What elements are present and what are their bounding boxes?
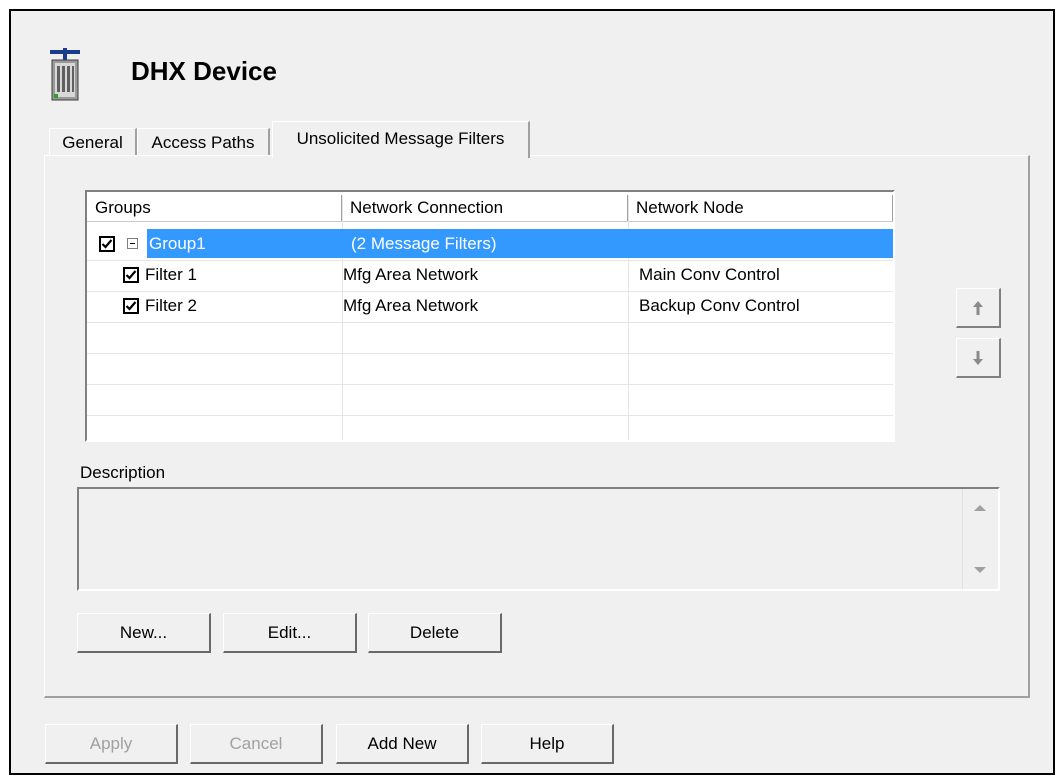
arrow-up-icon xyxy=(973,301,983,315)
column-network-connection[interactable]: Network Connection xyxy=(342,195,628,221)
tab-access-paths[interactable]: Access Paths xyxy=(137,128,270,157)
filters-list[interactable]: Groups Network Connection Network Node G… xyxy=(85,190,895,442)
new-button[interactable]: New... xyxy=(77,613,211,653)
tab-unsolicited-message-filters[interactable]: Unsolicited Message Filters xyxy=(272,121,530,158)
arrow-down-icon xyxy=(973,351,983,365)
list-row-empty xyxy=(87,353,893,385)
apply-button[interactable]: Apply xyxy=(45,724,178,764)
filter2-checkbox[interactable] xyxy=(123,298,139,314)
row-name: Filter 2 xyxy=(145,296,197,315)
help-button[interactable]: Help xyxy=(481,724,614,764)
list-row-empty xyxy=(87,322,893,354)
column-network-node[interactable]: Network Node xyxy=(628,195,893,221)
list-row-filter1[interactable]: Filter 1 Mfg Area Network Main Conv Cont… xyxy=(87,260,893,292)
column-groups[interactable]: Groups xyxy=(87,195,342,221)
description-label: Description xyxy=(80,463,166,482)
filter1-checkbox[interactable] xyxy=(123,267,139,283)
row-connection: Mfg Area Network xyxy=(343,265,479,284)
description-scrollbar[interactable] xyxy=(962,489,998,589)
list-row-empty xyxy=(87,415,893,440)
scroll-down-icon[interactable] xyxy=(974,567,986,573)
list-row-filter2[interactable]: Filter 2 Mfg Area Network Backup Conv Co… xyxy=(87,291,893,323)
row-connection: (2 Message Filters) xyxy=(351,234,497,253)
row-node: Main Conv Control xyxy=(639,265,780,284)
row-connection: Mfg Area Network xyxy=(343,296,479,315)
add-new-button[interactable]: Add New xyxy=(336,724,469,764)
edit-button[interactable]: Edit... xyxy=(223,613,357,653)
row-name: Filter 1 xyxy=(145,265,197,284)
list-header: Groups Network Connection Network Node xyxy=(87,195,893,222)
row-node: Backup Conv Control xyxy=(639,296,800,315)
list-row-group1[interactable]: Group1 (2 Message Filters) xyxy=(87,229,893,261)
tab-general[interactable]: General xyxy=(49,128,137,157)
row-name: Group1 xyxy=(149,234,206,253)
move-up-button[interactable] xyxy=(956,288,1001,328)
move-down-button[interactable] xyxy=(956,338,1001,378)
collapse-icon[interactable] xyxy=(127,238,138,249)
scroll-up-icon[interactable] xyxy=(974,505,986,511)
description-field[interactable] xyxy=(77,487,1000,591)
group1-checkbox[interactable] xyxy=(99,236,115,252)
device-rack-icon xyxy=(44,48,88,102)
list-row-empty xyxy=(87,384,893,416)
dialog-title: DHX Device xyxy=(131,56,277,86)
selection-highlight xyxy=(147,229,893,258)
cancel-button[interactable]: Cancel xyxy=(190,724,323,764)
delete-button[interactable]: Delete xyxy=(368,613,502,653)
